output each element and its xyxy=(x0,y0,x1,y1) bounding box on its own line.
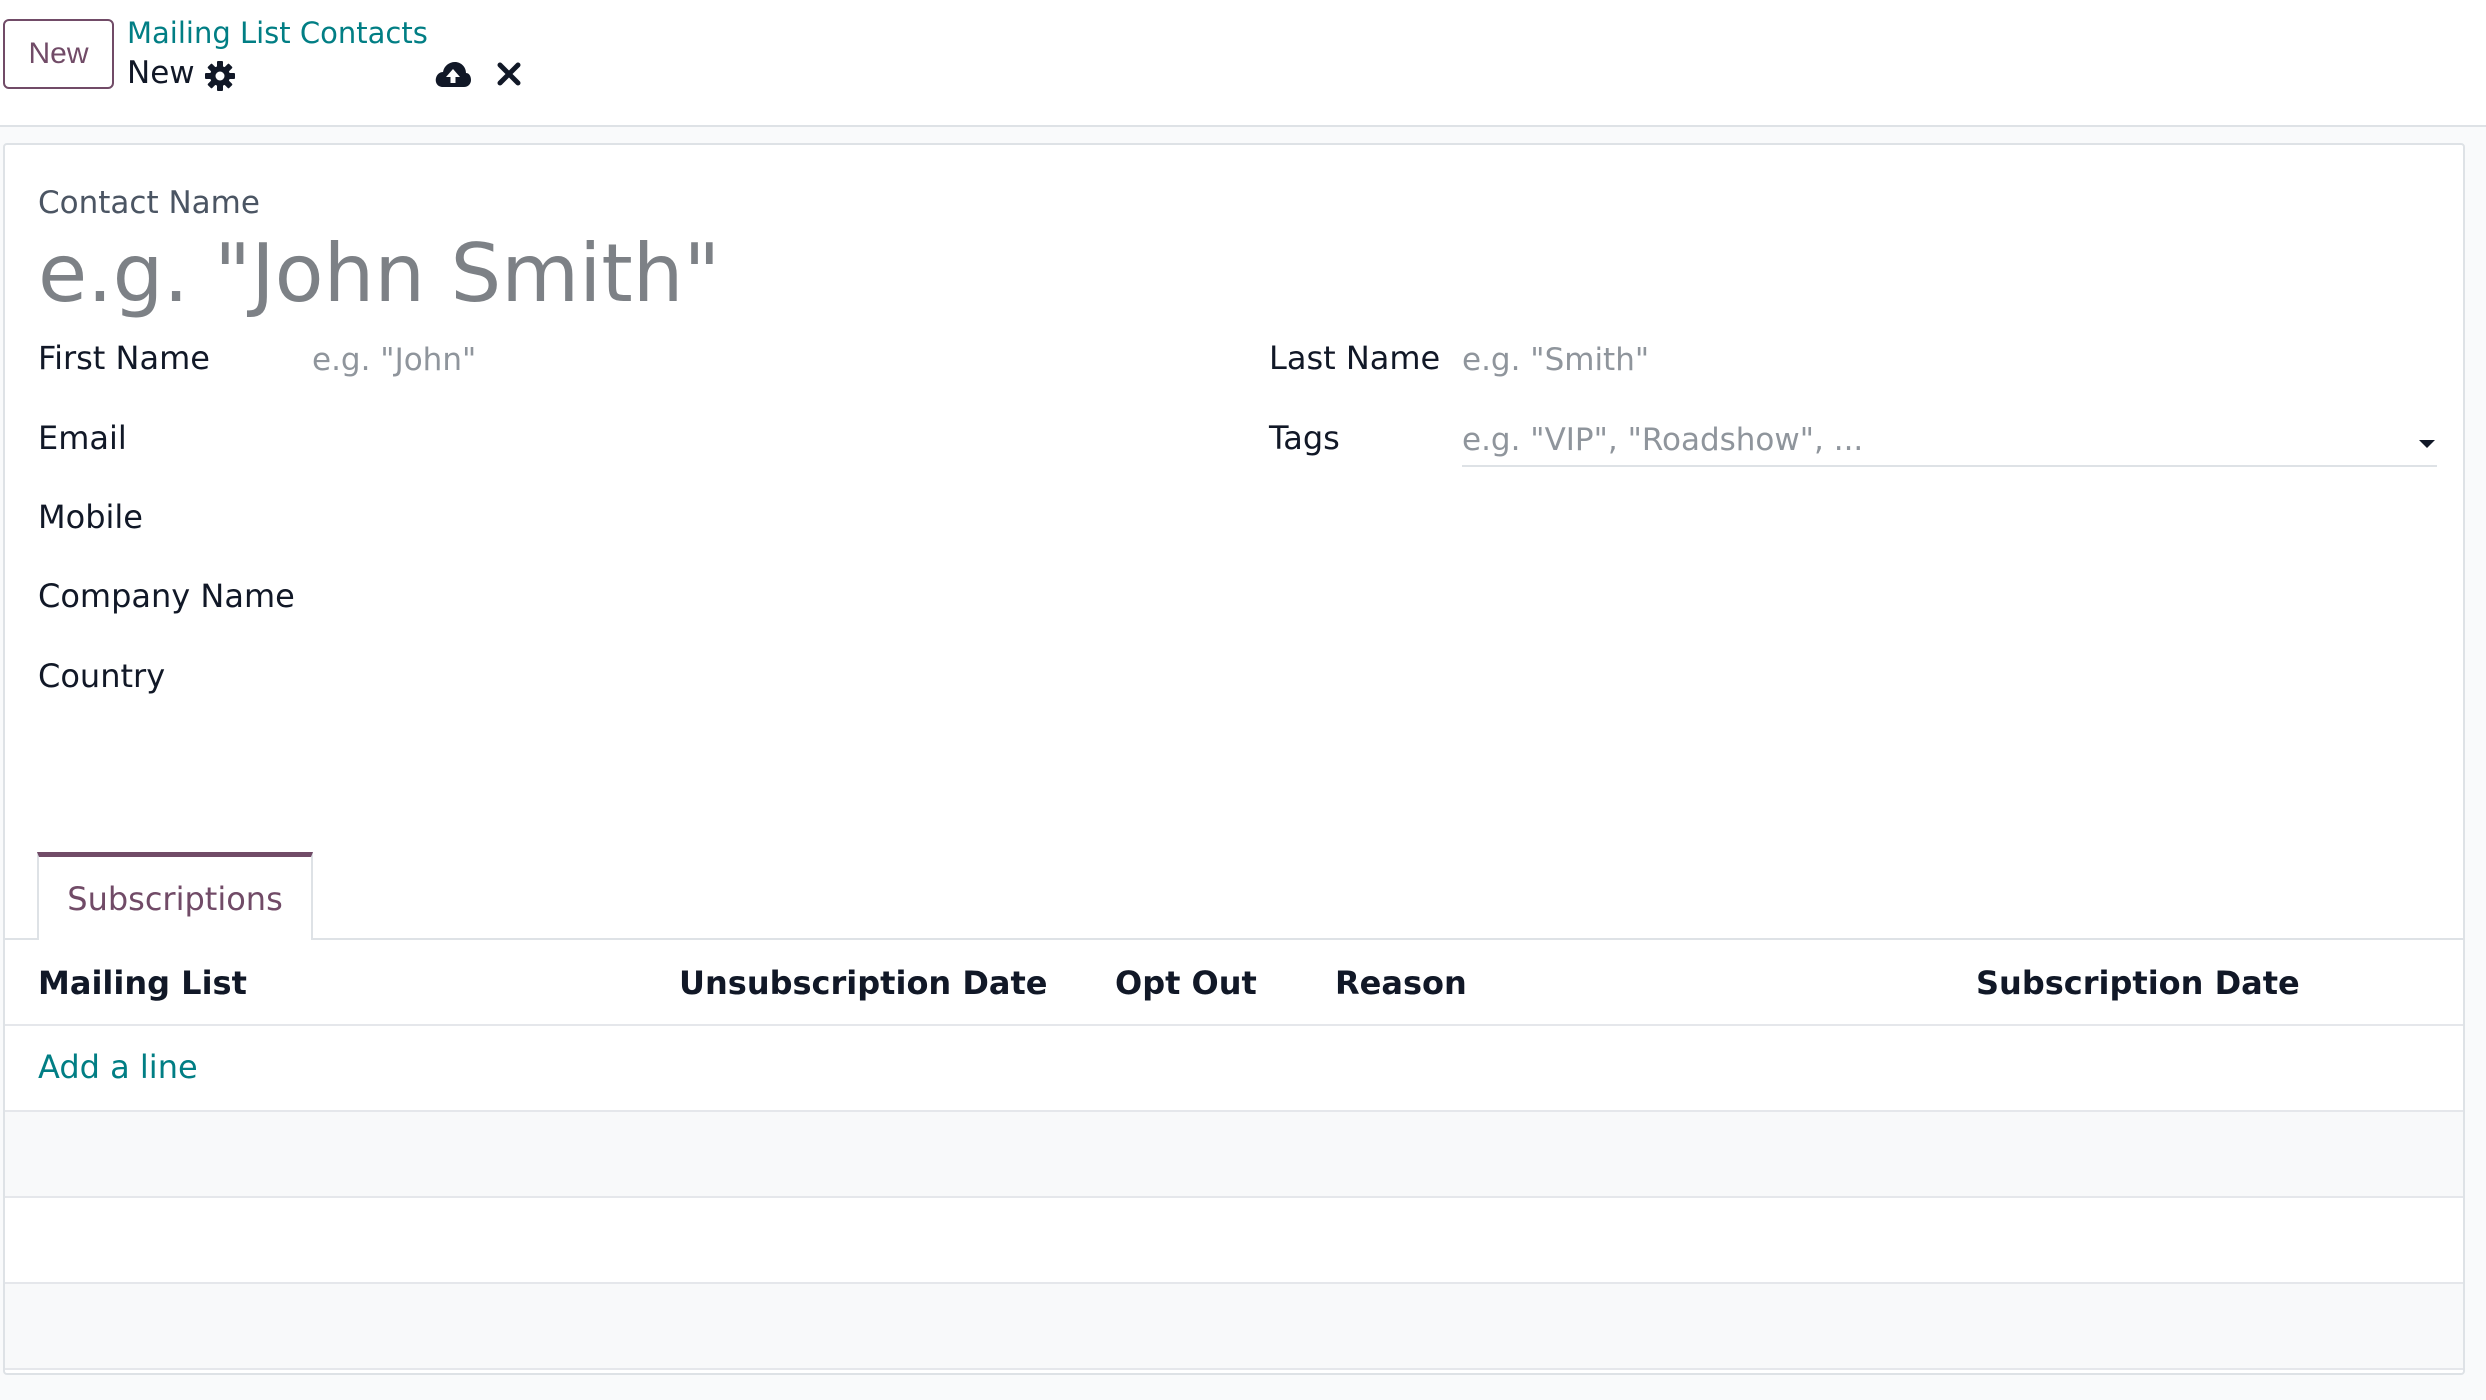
add-line-row: Add a line xyxy=(5,1026,2463,1112)
tags-input[interactable]: e.g. "VIP", "Roadshow", ... xyxy=(1462,422,1863,458)
email-label: Email xyxy=(38,419,127,457)
tab-subscriptions[interactable]: Subscriptions xyxy=(37,852,313,940)
tags-underline xyxy=(1462,465,2437,467)
table-header: Mailing List Unsubscription Date Opt Out… xyxy=(5,940,2463,1026)
column-opt-out[interactable]: Opt Out xyxy=(1115,964,1257,1002)
record-title: New xyxy=(127,55,195,91)
control-panel: New Mailing List Contacts New xyxy=(0,0,2486,127)
caret-down-icon[interactable] xyxy=(2417,436,2437,450)
subscriptions-table: Mailing List Unsubscription Date Opt Out… xyxy=(5,940,2463,1370)
breadcrumb-mailing-list-contacts[interactable]: Mailing List Contacts xyxy=(127,16,428,50)
column-unsubscription-date[interactable]: Unsubscription Date xyxy=(679,964,1048,1002)
company-name-label: Company Name xyxy=(38,577,295,615)
contact-name-label: Contact Name xyxy=(38,185,260,221)
first-name-input[interactable]: e.g. "John" xyxy=(312,342,476,378)
form-sheet: Contact Name e.g. "John Smith" First Nam… xyxy=(3,143,2465,1375)
close-icon[interactable] xyxy=(497,62,521,86)
column-subscription-date[interactable]: Subscription Date xyxy=(1976,964,2300,1002)
column-mailing-list[interactable]: Mailing List xyxy=(38,964,247,1002)
table-row xyxy=(5,1112,2463,1198)
last-name-label: Last Name xyxy=(1269,339,1441,377)
tags-label: Tags xyxy=(1269,419,1340,457)
add-a-line-link[interactable]: Add a line xyxy=(38,1048,198,1086)
first-name-label: First Name xyxy=(38,339,210,377)
column-reason[interactable]: Reason xyxy=(1335,964,1467,1002)
table-row xyxy=(5,1198,2463,1284)
last-name-input[interactable]: e.g. "Smith" xyxy=(1462,342,1649,378)
gear-icon[interactable] xyxy=(204,60,236,92)
new-button[interactable]: New xyxy=(3,19,114,89)
country-label: Country xyxy=(38,657,166,695)
table-row xyxy=(5,1284,2463,1370)
mobile-label: Mobile xyxy=(38,498,143,536)
cloud-upload-icon[interactable] xyxy=(434,58,472,90)
contact-name-input[interactable]: e.g. "John Smith" xyxy=(38,227,720,320)
notebook-tabs: Subscriptions xyxy=(5,852,2463,940)
